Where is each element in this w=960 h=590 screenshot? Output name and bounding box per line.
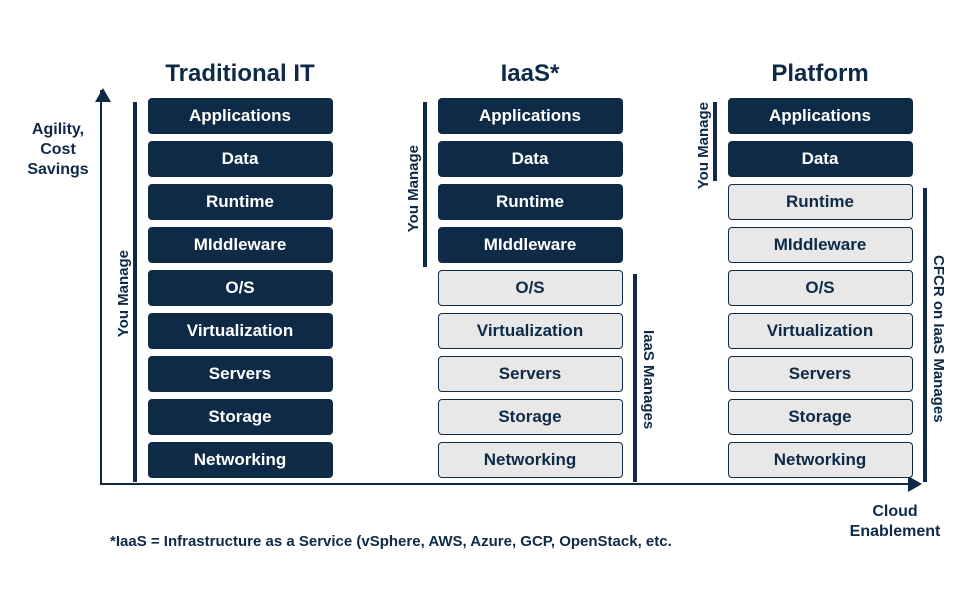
- layer-box: MIddleware: [728, 227, 913, 263]
- bracket-platform-right: [923, 188, 927, 482]
- layer-box: Networking: [148, 442, 333, 478]
- column-platform: Platform You Manage CFCR on IaaS Manages…: [705, 60, 935, 478]
- layer-box: O/S: [148, 270, 333, 306]
- layer-box: Servers: [148, 356, 333, 392]
- x-axis-line: [100, 483, 920, 485]
- column-traditional: Traditional IT You Manage Applications D…: [125, 60, 355, 478]
- bracket-label-iaas-right: IaaS Manages: [640, 330, 657, 429]
- bracket-traditional-left: [133, 102, 137, 482]
- bracket-iaas-right: [633, 274, 637, 482]
- stack-iaas: Applications Data Runtime MIddleware O/S…: [438, 98, 623, 478]
- layer-box: MIddleware: [438, 227, 623, 263]
- layer-box: Storage: [148, 399, 333, 435]
- column-title-iaas: IaaS*: [415, 60, 645, 88]
- bracket-label-traditional: You Manage: [115, 250, 132, 337]
- layer-box: Virtualization: [148, 313, 333, 349]
- bracket-label-iaas-left: You Manage: [405, 145, 422, 232]
- columns-container: Traditional IT You Manage Applications D…: [125, 60, 935, 478]
- layer-box: Data: [438, 141, 623, 177]
- layer-box: Servers: [438, 356, 623, 392]
- column-title-traditional: Traditional IT: [125, 60, 355, 88]
- layer-box: Virtualization: [728, 313, 913, 349]
- bracket-label-platform-right: CFCR on IaaS Manages: [930, 255, 947, 423]
- layer-box: Storage: [438, 399, 623, 435]
- column-iaas: IaaS* You Manage IaaS Manages Applicatio…: [415, 60, 645, 478]
- layer-box: Applications: [728, 98, 913, 134]
- layer-box: Networking: [438, 442, 623, 478]
- y-axis-line: [100, 90, 102, 485]
- layer-box: Data: [148, 141, 333, 177]
- stack-traditional: Applications Data Runtime MIddleware O/S…: [148, 98, 333, 478]
- layer-box: Applications: [148, 98, 333, 134]
- x-axis-label: CloudEnablement: [840, 502, 950, 542]
- layer-box: Networking: [728, 442, 913, 478]
- layer-box: Virtualization: [438, 313, 623, 349]
- layer-box: MIddleware: [148, 227, 333, 263]
- bracket-platform-left: [713, 102, 717, 181]
- footnote-text: *IaaS = Infrastructure as a Service (vSp…: [110, 533, 672, 550]
- layer-box: O/S: [728, 270, 913, 306]
- layer-box: Runtime: [728, 184, 913, 220]
- column-title-platform: Platform: [705, 60, 935, 88]
- bracket-iaas-left: [423, 102, 427, 267]
- layer-box: Data: [728, 141, 913, 177]
- y-axis-label: Agility,Cost Savings: [8, 120, 108, 180]
- stack-platform: Applications Data Runtime MIddleware O/S…: [728, 98, 913, 478]
- layer-box: Runtime: [148, 184, 333, 220]
- layer-box: Servers: [728, 356, 913, 392]
- layer-box: Applications: [438, 98, 623, 134]
- layer-box: O/S: [438, 270, 623, 306]
- layer-box: Storage: [728, 399, 913, 435]
- layer-box: Runtime: [438, 184, 623, 220]
- bracket-label-platform-left: You Manage: [695, 102, 712, 189]
